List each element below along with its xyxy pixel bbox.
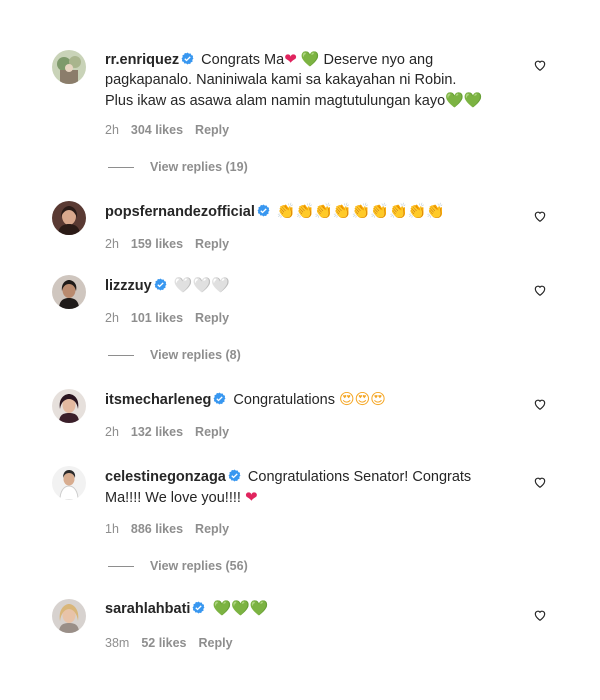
view-replies-button[interactable]: View replies (56)	[108, 559, 248, 573]
comment-likes[interactable]: 159 likes	[131, 237, 183, 251]
comment-username[interactable]: rr.enriquez	[105, 52, 179, 68]
comment-meta: 2h 132 likes Reply	[105, 425, 241, 439]
heart-outline-icon[interactable]	[533, 283, 547, 297]
reply-button[interactable]: Reply	[195, 425, 229, 439]
verified-badge-icon	[192, 601, 205, 614]
comment-likes[interactable]: 886 likes	[131, 522, 183, 536]
comment-text-run: Congrats Ma	[201, 52, 285, 68]
comment-body: itsmecharleneg Congratulations 😍😍😍	[105, 389, 485, 410]
replies-divider	[108, 167, 134, 169]
comment-username[interactable]: itsmecharleneg	[105, 392, 211, 408]
comment-text: 🤍🤍🤍	[173, 276, 230, 294]
heart-outline-icon[interactable]	[533, 209, 547, 223]
emoji: 🤍🤍🤍	[173, 276, 230, 294]
verified-badge-icon	[228, 469, 241, 482]
view-replies-label: View replies (19)	[150, 160, 248, 174]
emoji: ❤	[244, 488, 258, 506]
reply-button[interactable]: Reply	[195, 123, 229, 137]
comment-body: popsfernandezofficial 👏👏👏👏👏👏👏👏👏	[105, 201, 485, 222]
comment-username[interactable]: popsfernandezofficial	[105, 204, 255, 220]
replies-divider	[108, 566, 134, 568]
comment-meta: 2h 304 likes Reply	[105, 123, 241, 137]
avatar[interactable]	[52, 599, 86, 633]
reply-button[interactable]: Reply	[195, 522, 229, 536]
emoji: ❤	[284, 50, 297, 68]
avatar[interactable]	[52, 50, 86, 84]
view-replies-label: View replies (8)	[150, 348, 241, 362]
verified-badge-icon	[154, 278, 167, 291]
comment-body: sarahlahbati 💚💚💚	[105, 598, 485, 619]
comments-feed: rr.enriquez Congrats Ma❤ 💚 Deserve nyo a…	[0, 0, 600, 700]
comment-text: Congratulations 😍😍😍	[233, 390, 386, 408]
comment-meta: 38m 52 likes Reply	[105, 636, 245, 650]
comment-text-run: Congratulations	[233, 392, 340, 408]
avatar[interactable]	[52, 275, 86, 309]
comment-meta: 2h 101 likes Reply	[105, 311, 241, 325]
verified-badge-icon	[257, 204, 270, 217]
comment-body: rr.enriquez Congrats Ma❤ 💚 Deserve nyo a…	[105, 49, 485, 111]
emoji: 😍😍😍	[339, 390, 386, 408]
comment-time[interactable]: 1h	[105, 522, 119, 536]
emoji: 💚	[300, 50, 320, 68]
heart-outline-icon[interactable]	[533, 608, 547, 622]
comment-likes[interactable]: 304 likes	[131, 123, 183, 137]
comment-time[interactable]: 2h	[105, 237, 119, 251]
replies-divider	[108, 355, 134, 357]
comment-text: 💚💚💚	[212, 599, 269, 617]
heart-outline-icon[interactable]	[533, 397, 547, 411]
comment-time[interactable]: 2h	[105, 425, 119, 439]
view-replies-button[interactable]: View replies (19)	[108, 160, 248, 174]
comment-time[interactable]: 2h	[105, 123, 119, 137]
comment-time[interactable]: 2h	[105, 311, 119, 325]
emoji: 💚💚	[445, 91, 483, 109]
comment-username[interactable]: celestinegonzaga	[105, 469, 226, 485]
view-replies-button[interactable]: View replies (8)	[108, 348, 241, 362]
heart-outline-icon[interactable]	[533, 58, 547, 72]
verified-badge-icon	[181, 52, 194, 65]
comment-likes[interactable]: 132 likes	[131, 425, 183, 439]
comment-body: lizzzuy 🤍🤍🤍	[105, 275, 485, 296]
emoji: 💚💚💚	[212, 599, 269, 617]
avatar[interactable]	[52, 389, 86, 423]
comment-text: 👏👏👏👏👏👏👏👏👏	[276, 202, 445, 220]
reply-button[interactable]: Reply	[199, 636, 233, 650]
comment-body: celestinegonzaga Congratulations Senator…	[105, 467, 485, 508]
comment-username[interactable]: lizzzuy	[105, 278, 152, 294]
comment-likes[interactable]: 101 likes	[131, 311, 183, 325]
reply-button[interactable]: Reply	[195, 311, 229, 325]
view-replies-label: View replies (56)	[150, 559, 248, 573]
avatar[interactable]	[52, 201, 86, 235]
comment-meta: 1h 886 likes Reply	[105, 522, 241, 536]
comment-likes[interactable]: 52 likes	[141, 636, 186, 650]
emoji: 👏👏👏👏👏👏👏👏👏	[276, 202, 445, 220]
reply-button[interactable]: Reply	[195, 237, 229, 251]
heart-outline-icon[interactable]	[533, 475, 547, 489]
comment-username[interactable]: sarahlahbati	[105, 601, 190, 617]
avatar[interactable]	[52, 466, 86, 500]
comment-meta: 2h 159 likes Reply	[105, 237, 241, 251]
verified-badge-icon	[213, 392, 226, 405]
comment-time[interactable]: 38m	[105, 636, 129, 650]
